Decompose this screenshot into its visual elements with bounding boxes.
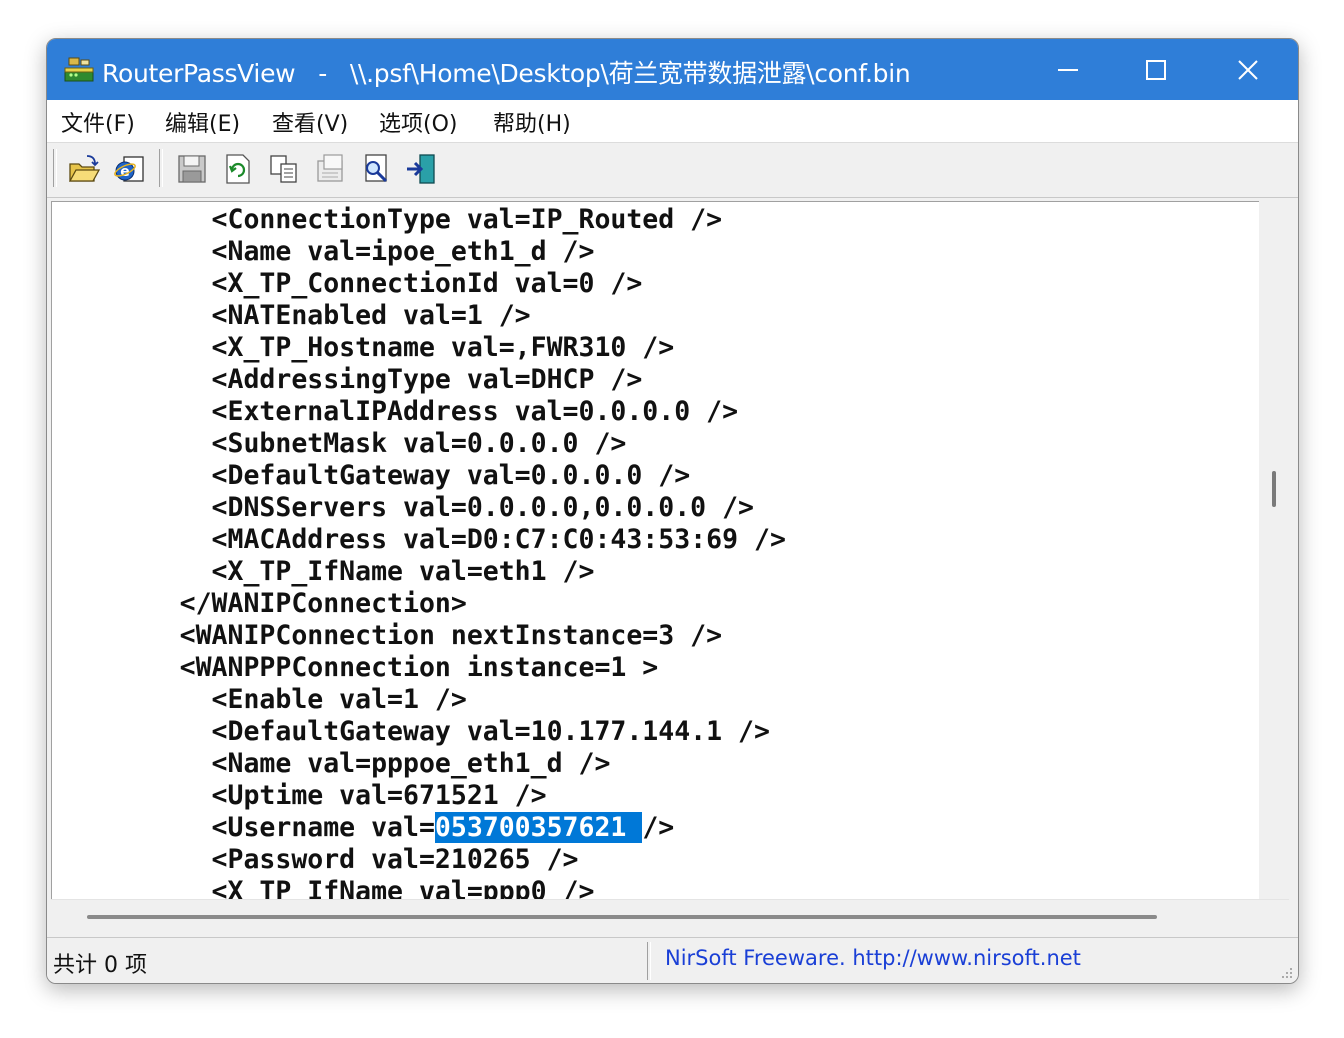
nirsoft-link[interactable]: NirSoft Freeware. http://www.nirsoft.net bbox=[665, 946, 1081, 970]
find-icon bbox=[365, 154, 388, 183]
horizontal-scrollbar[interactable] bbox=[51, 899, 1289, 936]
open-file-button[interactable] bbox=[67, 152, 101, 186]
item-count-text: 共计 0 项 bbox=[53, 953, 147, 978]
ie-browser-button[interactable]: e bbox=[113, 152, 147, 186]
copy-button[interactable] bbox=[267, 152, 301, 186]
config-line: </WANIPConnection> bbox=[52, 588, 467, 619]
minimize-icon bbox=[1058, 68, 1078, 71]
horizontal-scroll-thumb[interactable] bbox=[87, 915, 1157, 919]
toolbar-separator bbox=[159, 149, 163, 187]
config-line: <X_TP_ConnectionId val=0 /> bbox=[52, 268, 643, 299]
config-text: <ConnectionType val=IP_Routed /> <Name v… bbox=[52, 204, 786, 900]
save-icon bbox=[178, 155, 206, 183]
config-line: <WANPPPConnection instance=1 > bbox=[52, 652, 659, 683]
menu-file[interactable]: 文件(F) bbox=[61, 106, 135, 138]
config-line: <Name val=pppoe_eth1_d /> bbox=[52, 748, 611, 779]
config-line: <MACAddress val=D0:C7:C0:43:53:69 /> bbox=[52, 524, 786, 555]
menu-edit[interactable]: 编辑(E) bbox=[165, 106, 240, 138]
minimize-button[interactable] bbox=[1022, 39, 1114, 100]
config-line: <ExternalIPAddress val=0.0.0.0 /> bbox=[52, 396, 739, 427]
config-line: <Password val=210265 /> bbox=[52, 844, 579, 875]
ie-browser-icon: e bbox=[114, 156, 144, 182]
find-button[interactable] bbox=[359, 152, 393, 186]
config-line: <X_TP_IfName val=eth1 /> bbox=[52, 556, 595, 587]
config-line: <DNSServers val=0.0.0.0,0.0.0.0 /> bbox=[52, 492, 754, 523]
properties-button[interactable] bbox=[313, 152, 347, 186]
config-line: <Name val=ipoe_eth1_d /> bbox=[52, 236, 595, 267]
app-window: RouterPassView - \\.psf\Home\Desktop\荷兰宽… bbox=[46, 38, 1299, 984]
status-bar: 共计 0 项 NirSoft Freeware. http://www.nirs… bbox=[47, 937, 1298, 983]
toolbar-grip[interactable] bbox=[53, 149, 57, 187]
username-line-prefix: <Username val= bbox=[52, 812, 435, 843]
title-bar[interactable]: RouterPassView - \\.psf\Home\Desktop\荷兰宽… bbox=[47, 39, 1298, 100]
exit-icon bbox=[407, 154, 435, 184]
config-line: <Enable val=1 /> bbox=[52, 684, 467, 715]
menu-options[interactable]: 选项(O) bbox=[379, 106, 457, 138]
config-text-view[interactable]: <ConnectionType val=IP_Routed /> <Name v… bbox=[51, 201, 1260, 900]
config-line: <X_TP_Hostname val=,FWR310 /> bbox=[52, 332, 675, 363]
config-line: <SubnetMask val=0.0.0.0 /> bbox=[52, 428, 627, 459]
selected-username-value[interactable]: 053700357621 bbox=[434, 812, 643, 843]
save-button[interactable] bbox=[175, 152, 209, 186]
routerpassview-app-icon bbox=[64, 57, 94, 82]
close-button[interactable] bbox=[1202, 39, 1294, 100]
menu-help[interactable]: 帮助(H) bbox=[493, 106, 571, 138]
properties-icon bbox=[317, 154, 343, 182]
username-line: <Username val=053700357621 /> bbox=[52, 812, 786, 844]
vertical-scroll-thumb[interactable] bbox=[1272, 471, 1276, 507]
username-line-suffix: /> bbox=[642, 812, 675, 843]
config-line: <X_TP_IfName val=ppp0 /> bbox=[52, 876, 595, 900]
config-line: <DefaultGateway val=10.177.144.1 /> bbox=[52, 716, 770, 747]
config-line: <ConnectionType val=IP_Routed /> bbox=[52, 204, 723, 235]
config-line: <NATEnabled val=1 /> bbox=[52, 300, 531, 331]
status-divider bbox=[647, 942, 651, 980]
refresh-button[interactable] bbox=[221, 152, 255, 186]
config-line: <AddressingType val=DHCP /> bbox=[52, 364, 643, 395]
vertical-scrollbar[interactable] bbox=[1259, 201, 1289, 899]
menu-view[interactable]: 查看(V) bbox=[272, 106, 348, 138]
config-line: <WANIPConnection nextInstance=3 /> bbox=[52, 620, 723, 651]
menu-bar: 文件(F) 编辑(E) 查看(V) 选项(O) 帮助(H) bbox=[47, 100, 1298, 143]
refresh-icon bbox=[226, 154, 250, 184]
resize-grip-icon[interactable] bbox=[1278, 964, 1294, 980]
maximize-icon bbox=[1146, 59, 1166, 80]
toolbar: e bbox=[47, 143, 1298, 198]
window-title: RouterPassView - \\.psf\Home\Desktop\荷兰宽… bbox=[102, 59, 911, 88]
config-line: <DefaultGateway val=0.0.0.0 /> bbox=[52, 460, 691, 491]
close-icon bbox=[1238, 59, 1258, 80]
copy-icon bbox=[270, 155, 297, 183]
open-file-icon bbox=[68, 155, 101, 182]
config-line: <Uptime val=671521 /> bbox=[52, 780, 547, 811]
maximize-button[interactable] bbox=[1110, 39, 1202, 100]
exit-button[interactable] bbox=[405, 152, 439, 186]
